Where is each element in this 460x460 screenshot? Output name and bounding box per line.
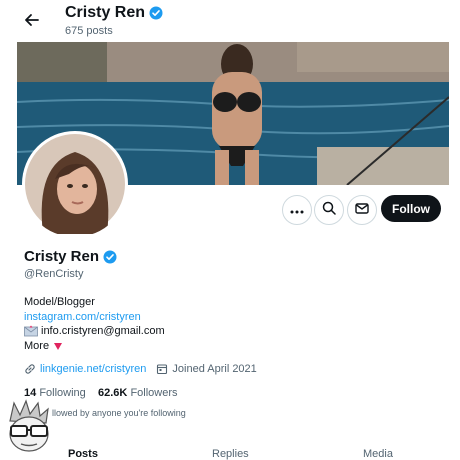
verified-badge-icon <box>149 6 163 20</box>
followers-link[interactable]: 62.6K Followers <box>98 387 178 399</box>
bio-line: Model/Blogger <box>24 296 95 308</box>
website-link[interactable]: linkgenie.net/cristyren <box>40 363 146 375</box>
avatar[interactable] <box>22 131 128 237</box>
profile-meta: linkgenie.net/cristyren Joined April 202… <box>24 363 257 375</box>
back-arrow-icon[interactable] <box>22 10 42 30</box>
message-button[interactable] <box>347 195 377 225</box>
more-label: More <box>24 340 50 352</box>
post-count: 675 posts <box>65 25 113 37</box>
mail-icon <box>355 201 369 219</box>
link-icon <box>24 363 36 375</box>
top-bar: Cristy Ren 675 posts <box>0 0 460 42</box>
search-button[interactable] <box>314 195 344 225</box>
profile-tabs: Posts Replies Media <box>0 440 460 460</box>
joined-date: Joined April 2021 <box>172 363 257 375</box>
profile-name-row: Cristy Ren <box>24 248 117 265</box>
follow-button[interactable]: Follow <box>381 195 441 222</box>
following-link[interactable]: 14 Following <box>24 387 86 399</box>
more-options-button[interactable] <box>282 195 312 225</box>
verified-badge-icon <box>103 250 117 264</box>
header-title-row: Cristy Ren <box>65 4 163 22</box>
profile-name: Cristy Ren <box>24 248 100 265</box>
calendar-icon <box>156 363 168 375</box>
envelope-emoji-icon <box>24 325 38 337</box>
profile-handle: @RenCristy <box>24 268 84 280</box>
tab-posts[interactable]: Posts <box>68 448 98 460</box>
search-icon <box>322 201 336 220</box>
more-icon <box>290 201 304 219</box>
follow-stats: 14 Following 62.6K Followers <box>24 387 178 399</box>
heart-icon <box>53 342 63 351</box>
followed-by-note: llowed by anyone you're following <box>52 408 186 418</box>
bio-link[interactable]: instagram.com/cristyren <box>24 311 141 323</box>
bio-email: info.cristyren@gmail.com <box>41 325 165 337</box>
bio-email-row: info.cristyren@gmail.com <box>24 325 165 337</box>
tab-media[interactable]: Media <box>363 448 393 460</box>
tab-replies[interactable]: Replies <box>212 448 249 460</box>
header-title: Cristy Ren <box>65 4 146 21</box>
more-button[interactable]: More <box>24 340 63 352</box>
